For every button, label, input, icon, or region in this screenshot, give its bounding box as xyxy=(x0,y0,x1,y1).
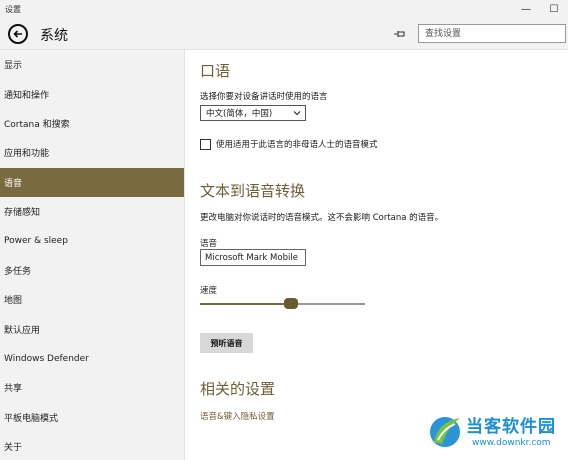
sidebar-item-storage[interactable]: 存储感知 xyxy=(0,197,184,226)
voice-select[interactable]: Microsoft Mark Mobile xyxy=(200,249,306,266)
preview-voice-button[interactable]: 预听语音 xyxy=(200,333,253,353)
speed-label: 速度 xyxy=(200,286,218,296)
sidebar-item-multitasking[interactable]: 多任务 xyxy=(0,256,184,285)
sidebar-item-maps[interactable]: 地图 xyxy=(0,285,184,314)
page-title: 系统 xyxy=(40,28,68,44)
sidebar-item-cortana[interactable]: Cortana 和搜索 xyxy=(0,109,184,138)
nonnative-checkbox[interactable] xyxy=(200,138,211,150)
tts-heading: 文本到语音转换 xyxy=(200,182,306,200)
window-controls: — ☐ xyxy=(512,0,568,18)
window-title: 设置 xyxy=(5,4,21,14)
speed-slider-fill xyxy=(200,303,291,305)
language-select[interactable]: 中文(简体，中国) xyxy=(200,105,306,121)
back-arrow-icon xyxy=(13,30,22,38)
search-input[interactable] xyxy=(419,25,565,42)
language-select-value: 中文(简体，中国) xyxy=(206,109,273,119)
nonnative-checkbox-label: 使用适用于此语言的非母语人士的语音模式 xyxy=(216,140,378,150)
sidebar-item-apps[interactable]: 应用和功能 xyxy=(0,138,184,167)
language-prompt: 选择你要对设备讲话时使用的语言 xyxy=(200,92,328,102)
page-header: 系统 xyxy=(0,18,568,50)
tts-description: 更改电脑对你说话时的语音模式。这不会影响 Cortana 的语音。 xyxy=(200,213,444,223)
speed-slider[interactable] xyxy=(200,298,365,310)
pin-icon[interactable] xyxy=(393,28,407,40)
speech-heading: 口语 xyxy=(200,62,231,80)
logo-url: www.downkr.com xyxy=(472,438,551,448)
chevron-down-icon xyxy=(293,111,301,116)
maximize-button[interactable]: ☐ xyxy=(540,0,568,18)
speed-slider-thumb[interactable] xyxy=(284,298,298,309)
nonnative-option[interactable]: 使用适用于此语言的非母语人士的语音模式 xyxy=(200,138,378,150)
speech-privacy-link[interactable]: 语音&键入隐私设置 xyxy=(200,410,275,422)
sidebar: 显示 通知和操作 Cortana 和搜索 应用和功能 语音 存储感知 Power… xyxy=(0,50,185,460)
voice-label: 语音 xyxy=(200,239,218,249)
sidebar-item-power[interactable]: Power & sleep xyxy=(0,226,184,255)
watermark-logo: 当客软件园 www.downkr.com xyxy=(428,410,568,460)
speed-slider-track xyxy=(291,303,365,305)
sidebar-item-defender[interactable]: Windows Defender xyxy=(0,344,184,373)
sidebar-item-display[interactable]: 显示 xyxy=(0,50,184,79)
minimize-button[interactable]: — xyxy=(512,0,540,18)
sidebar-item-speech[interactable]: 语音 xyxy=(0,167,184,197)
sidebar-item-tablet-mode[interactable]: 平板电脑模式 xyxy=(0,403,184,432)
logo-text: 当客软件园 xyxy=(466,417,556,437)
search-box[interactable] xyxy=(418,24,566,43)
voice-select-value: Microsoft Mark Mobile xyxy=(205,252,298,263)
related-settings-heading: 相关的设置 xyxy=(200,380,276,398)
sidebar-item-notifications[interactable]: 通知和操作 xyxy=(0,79,184,108)
sidebar-item-default-apps[interactable]: 默认应用 xyxy=(0,315,184,344)
window-titlebar: 设置 — ☐ xyxy=(0,0,568,18)
main-content: 口语 选择你要对设备讲话时使用的语言 中文(简体，中国) 使用适用于此语言的非母… xyxy=(186,50,568,460)
sidebar-item-about[interactable]: 关于 xyxy=(0,432,184,460)
sidebar-item-sharing[interactable]: 共享 xyxy=(0,373,184,402)
back-button[interactable] xyxy=(8,24,28,44)
logo-emblem-icon xyxy=(430,417,460,447)
